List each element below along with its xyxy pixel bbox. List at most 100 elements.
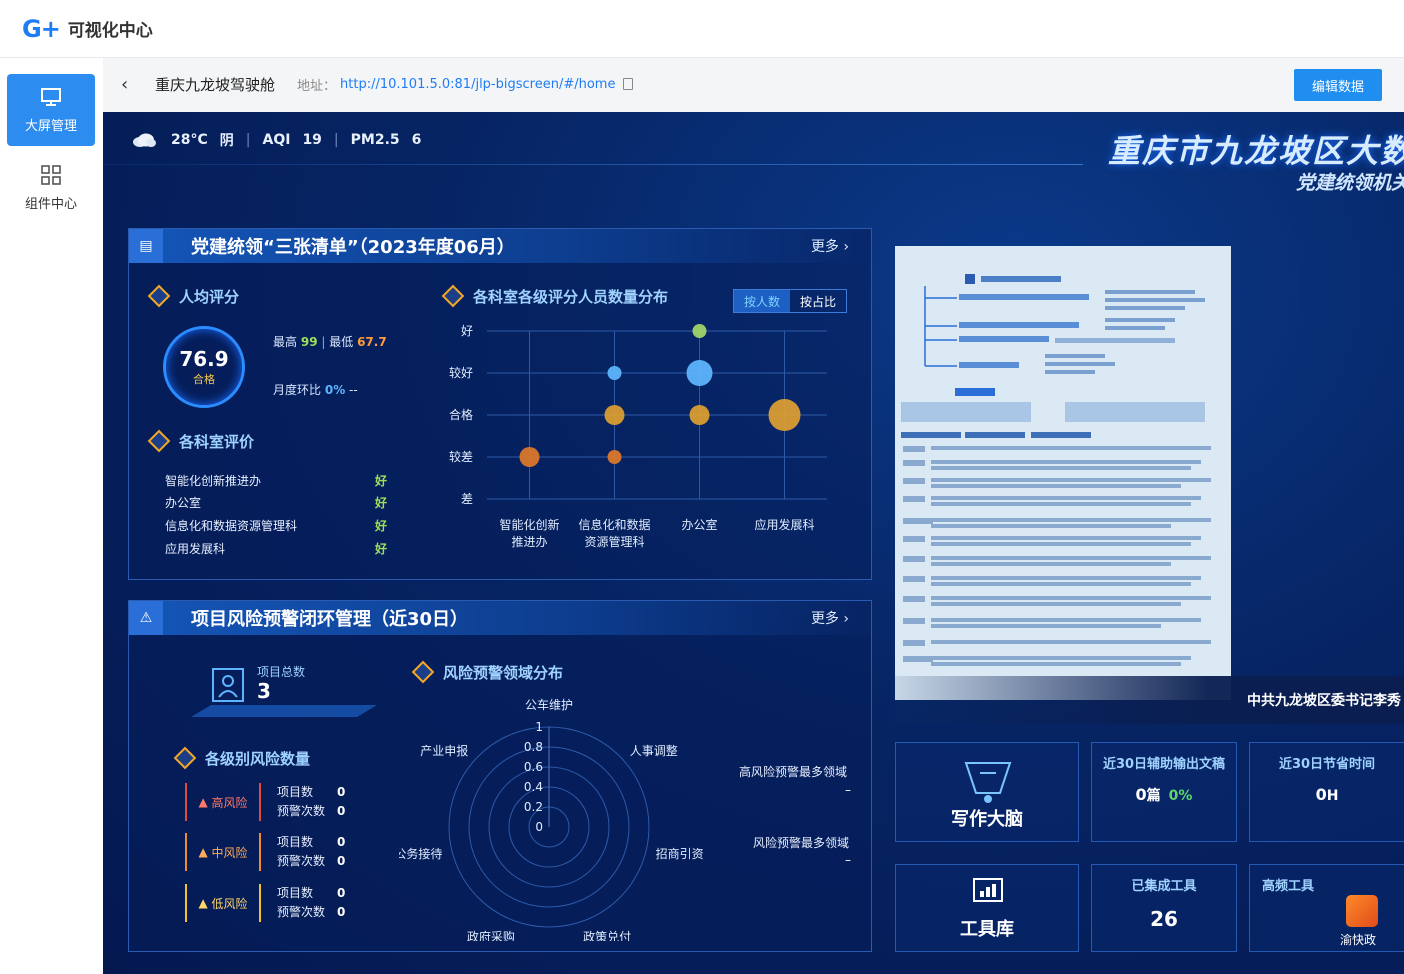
y-tick-label: 较差 <box>449 449 473 464</box>
output-value-line: 0篇 0% <box>1092 785 1236 805</box>
radar-axis-label: 政府采购 <box>467 929 515 941</box>
big-screen-preview: 28°C 阴 | AQI 19 | PM2.5 6 重庆市九龙坡区大数 党建统领… <box>103 112 1404 974</box>
output-value: 0 <box>1135 785 1147 804</box>
party-list-panel: ▤ 党建统领“三张清单”（2023年度06月） 更多 › 人均评分 76.9 合… <box>128 228 872 580</box>
avg-score-title: 人均评分 <box>147 283 399 309</box>
data-point <box>604 405 625 425</box>
top-header: G+ 可视化中心 <box>0 0 1404 58</box>
radar-axis-label: 产业申报 <box>420 743 468 758</box>
toggle-by-ratio[interactable]: 按占比 <box>790 290 846 312</box>
risk-item-values: 00 <box>337 833 345 871</box>
x-tick-label: 智能化创新 <box>499 517 559 532</box>
item-label: 项目数 <box>277 785 314 799</box>
score-grade: 合格 <box>193 373 215 386</box>
writing-brain-card[interactable]: 写作大脑 <box>895 742 1079 842</box>
score-distribution-chart: 差 较差 合格 较好 好智能化创新推进办 信息化和数据资源管理科 办公室 应用发展科 <box>449 324 827 549</box>
radar-label: 风险预警领域分布 <box>443 663 564 682</box>
temperature: 28°C <box>171 132 208 148</box>
high-risk-domain-label: 高风险预警最多领域 <box>739 765 848 779</box>
warn-count: 0 <box>337 905 346 919</box>
item-count: 0 <box>337 835 346 849</box>
risk-level: 低风险 <box>211 896 248 911</box>
warn-domain-value: – <box>845 853 851 867</box>
yukuaizheng-app-icon[interactable] <box>1346 895 1378 927</box>
max-value: 99 <box>300 335 318 349</box>
more-label: 更多 <box>810 239 839 255</box>
mid-risk-row: ▲ 中风险 项目数 预警次数 00 <box>185 833 363 871</box>
diamond-icon <box>411 660 435 684</box>
risk-item-values: 00 <box>337 783 345 821</box>
time-saved-card: 近30日节省时间 0H <box>1249 742 1404 842</box>
dept-eval-label: 各科室评价 <box>179 432 255 451</box>
chart-board-icon <box>973 878 1003 902</box>
sidebar-item-label: 组件中心 <box>24 196 77 212</box>
dist-label: 各科室各级评分人员数量分布 <box>473 287 669 306</box>
app-name: 渝快政 <box>1340 933 1377 947</box>
back-icon[interactable]: ‹ <box>121 74 141 95</box>
warn-label: 预警次数 <box>277 804 326 818</box>
divider: | <box>245 132 251 148</box>
mom-line: 月度环比 0% -- <box>273 381 358 398</box>
more-link[interactable]: 更多 › <box>811 608 849 628</box>
aqi-label: AQI <box>262 132 291 148</box>
risk-item-labels: 项目数 预警次数 <box>277 833 325 871</box>
data-point <box>607 450 622 464</box>
radar-axis-label: 人事调整 <box>630 743 678 758</box>
warn-label: 预警次数 <box>277 905 326 919</box>
dist-title: 各科室各级评分人员数量分布 <box>441 283 735 309</box>
warn-label: 预警次数 <box>277 854 326 868</box>
output-unit: 篇 <box>1146 788 1161 804</box>
more-link[interactable]: 更多 › <box>811 236 849 256</box>
min-label: 最低 <box>329 335 354 349</box>
clipboard-icon: ▤ <box>129 229 163 263</box>
mid-risk-tag: ▲ 中风险 <box>185 833 261 871</box>
dept-name: 应用发展科 <box>165 542 226 556</box>
address-link[interactable]: http://10.101.5.0:81/jlp-bigscreen/#/hom… <box>340 77 615 92</box>
sidebar-item-component-center[interactable]: 组件中心 <box>7 152 95 224</box>
warn-count: 0 <box>337 854 346 868</box>
y-tick-label: 差 <box>461 492 473 506</box>
card-title: 近30日辅助输出文稿 <box>1102 757 1226 772</box>
score-gauge: 76.9 合格 <box>163 326 245 408</box>
radar-tick-label: 0.2 <box>524 800 543 814</box>
y-tick-label: 好 <box>461 324 473 338</box>
dept-name: 办公室 <box>165 496 202 510</box>
writing-brain-label: 写作大脑 <box>951 809 1023 830</box>
x-tick-label: 办公室 <box>681 517 717 532</box>
data-point <box>692 324 707 338</box>
toggle-by-count[interactable]: 按人数 <box>734 290 790 312</box>
copy-icon[interactable] <box>623 78 634 90</box>
risk-item-labels: 项目数 预警次数 <box>277 783 325 821</box>
tool-library-card[interactable]: 工具库 <box>895 864 1079 952</box>
risk-radar-chart: 0 0.2 0.4 0.6 0.8 1 公车维护人事调整招商引资政策兑付 政府采购 公务接待 产业… <box>399 697 704 941</box>
high-risk-domain-value: – <box>845 783 851 797</box>
risk-level: 高风险 <box>211 795 248 810</box>
sidebar-item-screen-management[interactable]: 大屏管理 <box>7 74 95 146</box>
radar-axis-label: 公务接待 <box>399 846 442 861</box>
warn-domain-label: 风险预警最多领域 <box>753 836 850 850</box>
writing-brain-icon <box>964 762 1012 803</box>
risk-level: 中风险 <box>211 845 248 860</box>
max-min-line: 最高 99 | 最低 67.7 <box>273 335 387 349</box>
weather-bar: 28°C 阴 | AQI 19 | PM2.5 6 <box>131 130 433 150</box>
alarm-icon: ⚠ <box>129 601 163 635</box>
diamond-icon <box>173 746 197 770</box>
dept-name: 智能化创新推进办 <box>165 474 262 488</box>
saving-value: 0 <box>1315 785 1327 804</box>
mom-value: 0% <box>324 383 346 397</box>
screen-title: 重庆市九龙坡区大数 <box>1107 132 1404 170</box>
dept-eval-title: 各科室评价 <box>147 428 399 454</box>
integrated-tools-card: 已集成工具 26 <box>1091 864 1237 952</box>
pm-value: 6 <box>411 132 422 148</box>
radar-axis-label: 政策兑付 <box>583 930 631 941</box>
edit-data-button[interactable]: 编辑数据 <box>1294 69 1382 101</box>
dist-toggle: 按人数 按占比 <box>733 289 847 313</box>
app-title: 可视化中心 <box>67 21 153 41</box>
integrated-count: 26 <box>1150 907 1178 931</box>
mom-label: 月度环比 <box>273 383 322 397</box>
panel-title: 项目风险预警闭环管理（近30日） <box>191 609 469 630</box>
dept-grade: 好 <box>374 519 387 533</box>
document-thumbnail[interactable] <box>895 246 1231 700</box>
radar-tick-label: 0.8 <box>524 740 543 754</box>
item-label: 项目数 <box>277 835 314 849</box>
